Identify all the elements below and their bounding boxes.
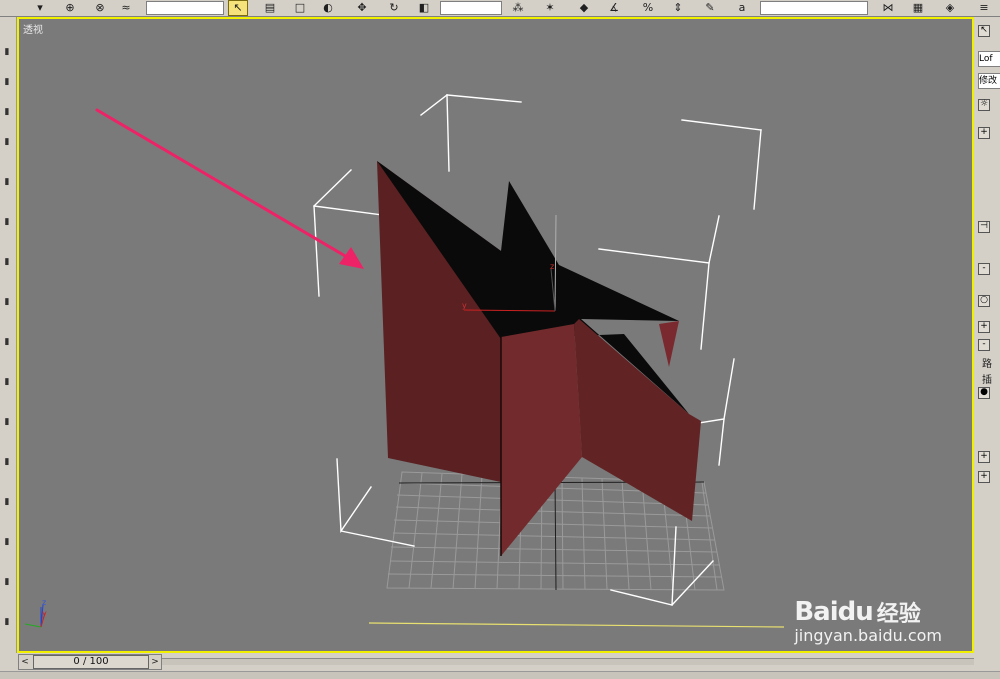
bind-icon[interactable]: ≈	[116, 0, 136, 16]
tool-icon[interactable]: ▮	[1, 457, 13, 467]
viewport-scene: z y z y	[24, 94, 785, 628]
tool-icon[interactable]: ▮	[1, 497, 13, 507]
time-slider-thumb[interactable]: 0 / 100	[33, 655, 149, 669]
tool-icon[interactable]: ▮	[1, 617, 13, 627]
stack-expand-icon[interactable]: +	[978, 127, 990, 139]
annotation-arrow	[95, 108, 364, 269]
curve-editor-icon[interactable]: ≡	[974, 0, 994, 16]
rect-select-icon[interactable]: □	[290, 0, 310, 16]
rotate-icon[interactable]: ↻	[384, 0, 404, 16]
object-name-field[interactable]: Lof	[978, 51, 1000, 67]
baidu-watermark: Baidu 经验 jingyan.baidu.com	[794, 596, 942, 645]
loft-object[interactable]	[377, 161, 701, 556]
timeline-track[interactable]	[162, 658, 974, 665]
tool-icon[interactable]: ▮	[1, 297, 13, 307]
time-slider[interactable]: < 0 / 100 >	[18, 654, 162, 670]
tool-icon[interactable]: ▮	[1, 537, 13, 547]
tool-icon[interactable]: ▮	[1, 337, 13, 347]
next-frame-icon[interactable]: >	[149, 655, 161, 669]
link-icon[interactable]: ⊕	[60, 0, 80, 16]
prev-frame-icon[interactable]: <	[19, 655, 31, 669]
tool-icon[interactable]: ▮	[1, 377, 13, 387]
abc-icon[interactable]: a	[732, 0, 752, 16]
light-bulb-icon[interactable]: ☼	[978, 99, 990, 111]
selection-filter-dropdown[interactable]	[146, 1, 224, 15]
rollout-expand-icon[interactable]: +	[978, 451, 990, 463]
align-icon[interactable]: ▦	[908, 0, 928, 16]
main-toolbar: ▾ ⊕ ⊗ ≈ ↖ ▤ □ ◐ ✥ ↻ ◧ ⁂ ✶ ◆ ∡ % ⇕ ✎ a ⋈ …	[0, 0, 1000, 17]
left-toolbar: ▮ ▮ ▮ ▮ ▮ ▮ ▮ ▮ ▮ ▮ ▮ ▮ ▮ ▮ ▮ ▮	[0, 17, 17, 657]
layer-icon[interactable]: ◈	[940, 0, 960, 16]
watermark-url: jingyan.baidu.com	[794, 626, 942, 645]
tool-icon[interactable]: ▮	[1, 177, 13, 187]
spinner-snap-icon[interactable]: ⇕	[668, 0, 688, 16]
command-panel: ↖ Lof 修改 ☼ + ⊣ - ○ + - 路 插 ● + +	[976, 17, 1000, 657]
world-y-label: y	[42, 609, 47, 618]
edit-named-selection-icon[interactable]: ✎	[700, 0, 720, 16]
tool-icon[interactable]: ▮	[1, 217, 13, 227]
scale-icon[interactable]: ◧	[414, 0, 434, 16]
tool-icon[interactable]: ▮	[1, 77, 13, 87]
rollout-label: 插	[982, 375, 992, 386]
select-object-icon[interactable]: ↖	[228, 0, 248, 16]
path-shape	[368, 622, 785, 628]
radio-icon[interactable]: ○	[978, 295, 990, 307]
rollout-collapse-icon[interactable]: -	[978, 263, 990, 275]
filter-icon[interactable]: ▾	[30, 0, 50, 16]
tool-icon[interactable]: ▮	[1, 577, 13, 587]
mirror-icon[interactable]: ⋈	[878, 0, 898, 16]
watermark-cn: 经验	[876, 602, 921, 627]
rollout-expand-icon[interactable]: +	[978, 321, 990, 333]
reference-coordinate-dropdown[interactable]	[440, 1, 502, 15]
world-z-label: z	[42, 598, 46, 607]
perspective-viewport[interactable]: 透视 z y z y Baidu 经验 jingyan.baidu.com	[17, 17, 974, 653]
world-axis-tripod: z y	[24, 598, 47, 628]
rollout-collapse-icon[interactable]: -	[978, 339, 990, 351]
radio-icon[interactable]: ●	[978, 387, 990, 399]
select-tool-icon[interactable]: ↖	[978, 25, 990, 37]
tool-icon[interactable]: ▮	[1, 137, 13, 147]
gizmo-y-label: y	[462, 301, 467, 310]
pivot-icon[interactable]: ⁂	[508, 0, 528, 16]
tool-icon[interactable]: ▮	[1, 47, 13, 57]
percent-snap-icon[interactable]: %	[638, 0, 658, 16]
named-selection-dropdown[interactable]	[760, 1, 868, 15]
move-icon[interactable]: ✥	[352, 0, 372, 16]
rollout-label: 路	[982, 359, 992, 370]
watermark-logo: Baidu	[794, 597, 873, 627]
pin-stack-icon[interactable]: ⊣	[978, 221, 990, 233]
tool-icon[interactable]: ▮	[1, 107, 13, 117]
window-crossing-icon[interactable]: ◐	[318, 0, 338, 16]
gizmo-z-label: z	[550, 262, 554, 271]
rollout-expand-icon[interactable]: +	[978, 471, 990, 483]
select-by-name-icon[interactable]: ▤	[260, 0, 280, 16]
modifier-list-dropdown[interactable]: 修改	[978, 73, 1000, 89]
tool-icon[interactable]: ▮	[1, 257, 13, 267]
snap-icon[interactable]: ◆	[574, 0, 594, 16]
tool-icon[interactable]: ▮	[1, 417, 13, 427]
unlink-icon[interactable]: ⊗	[90, 0, 110, 16]
manipulate-icon[interactable]: ✶	[540, 0, 560, 16]
bottom-bar: < 0 / 100 >	[0, 653, 1000, 679]
angle-snap-icon[interactable]: ∡	[604, 0, 624, 16]
